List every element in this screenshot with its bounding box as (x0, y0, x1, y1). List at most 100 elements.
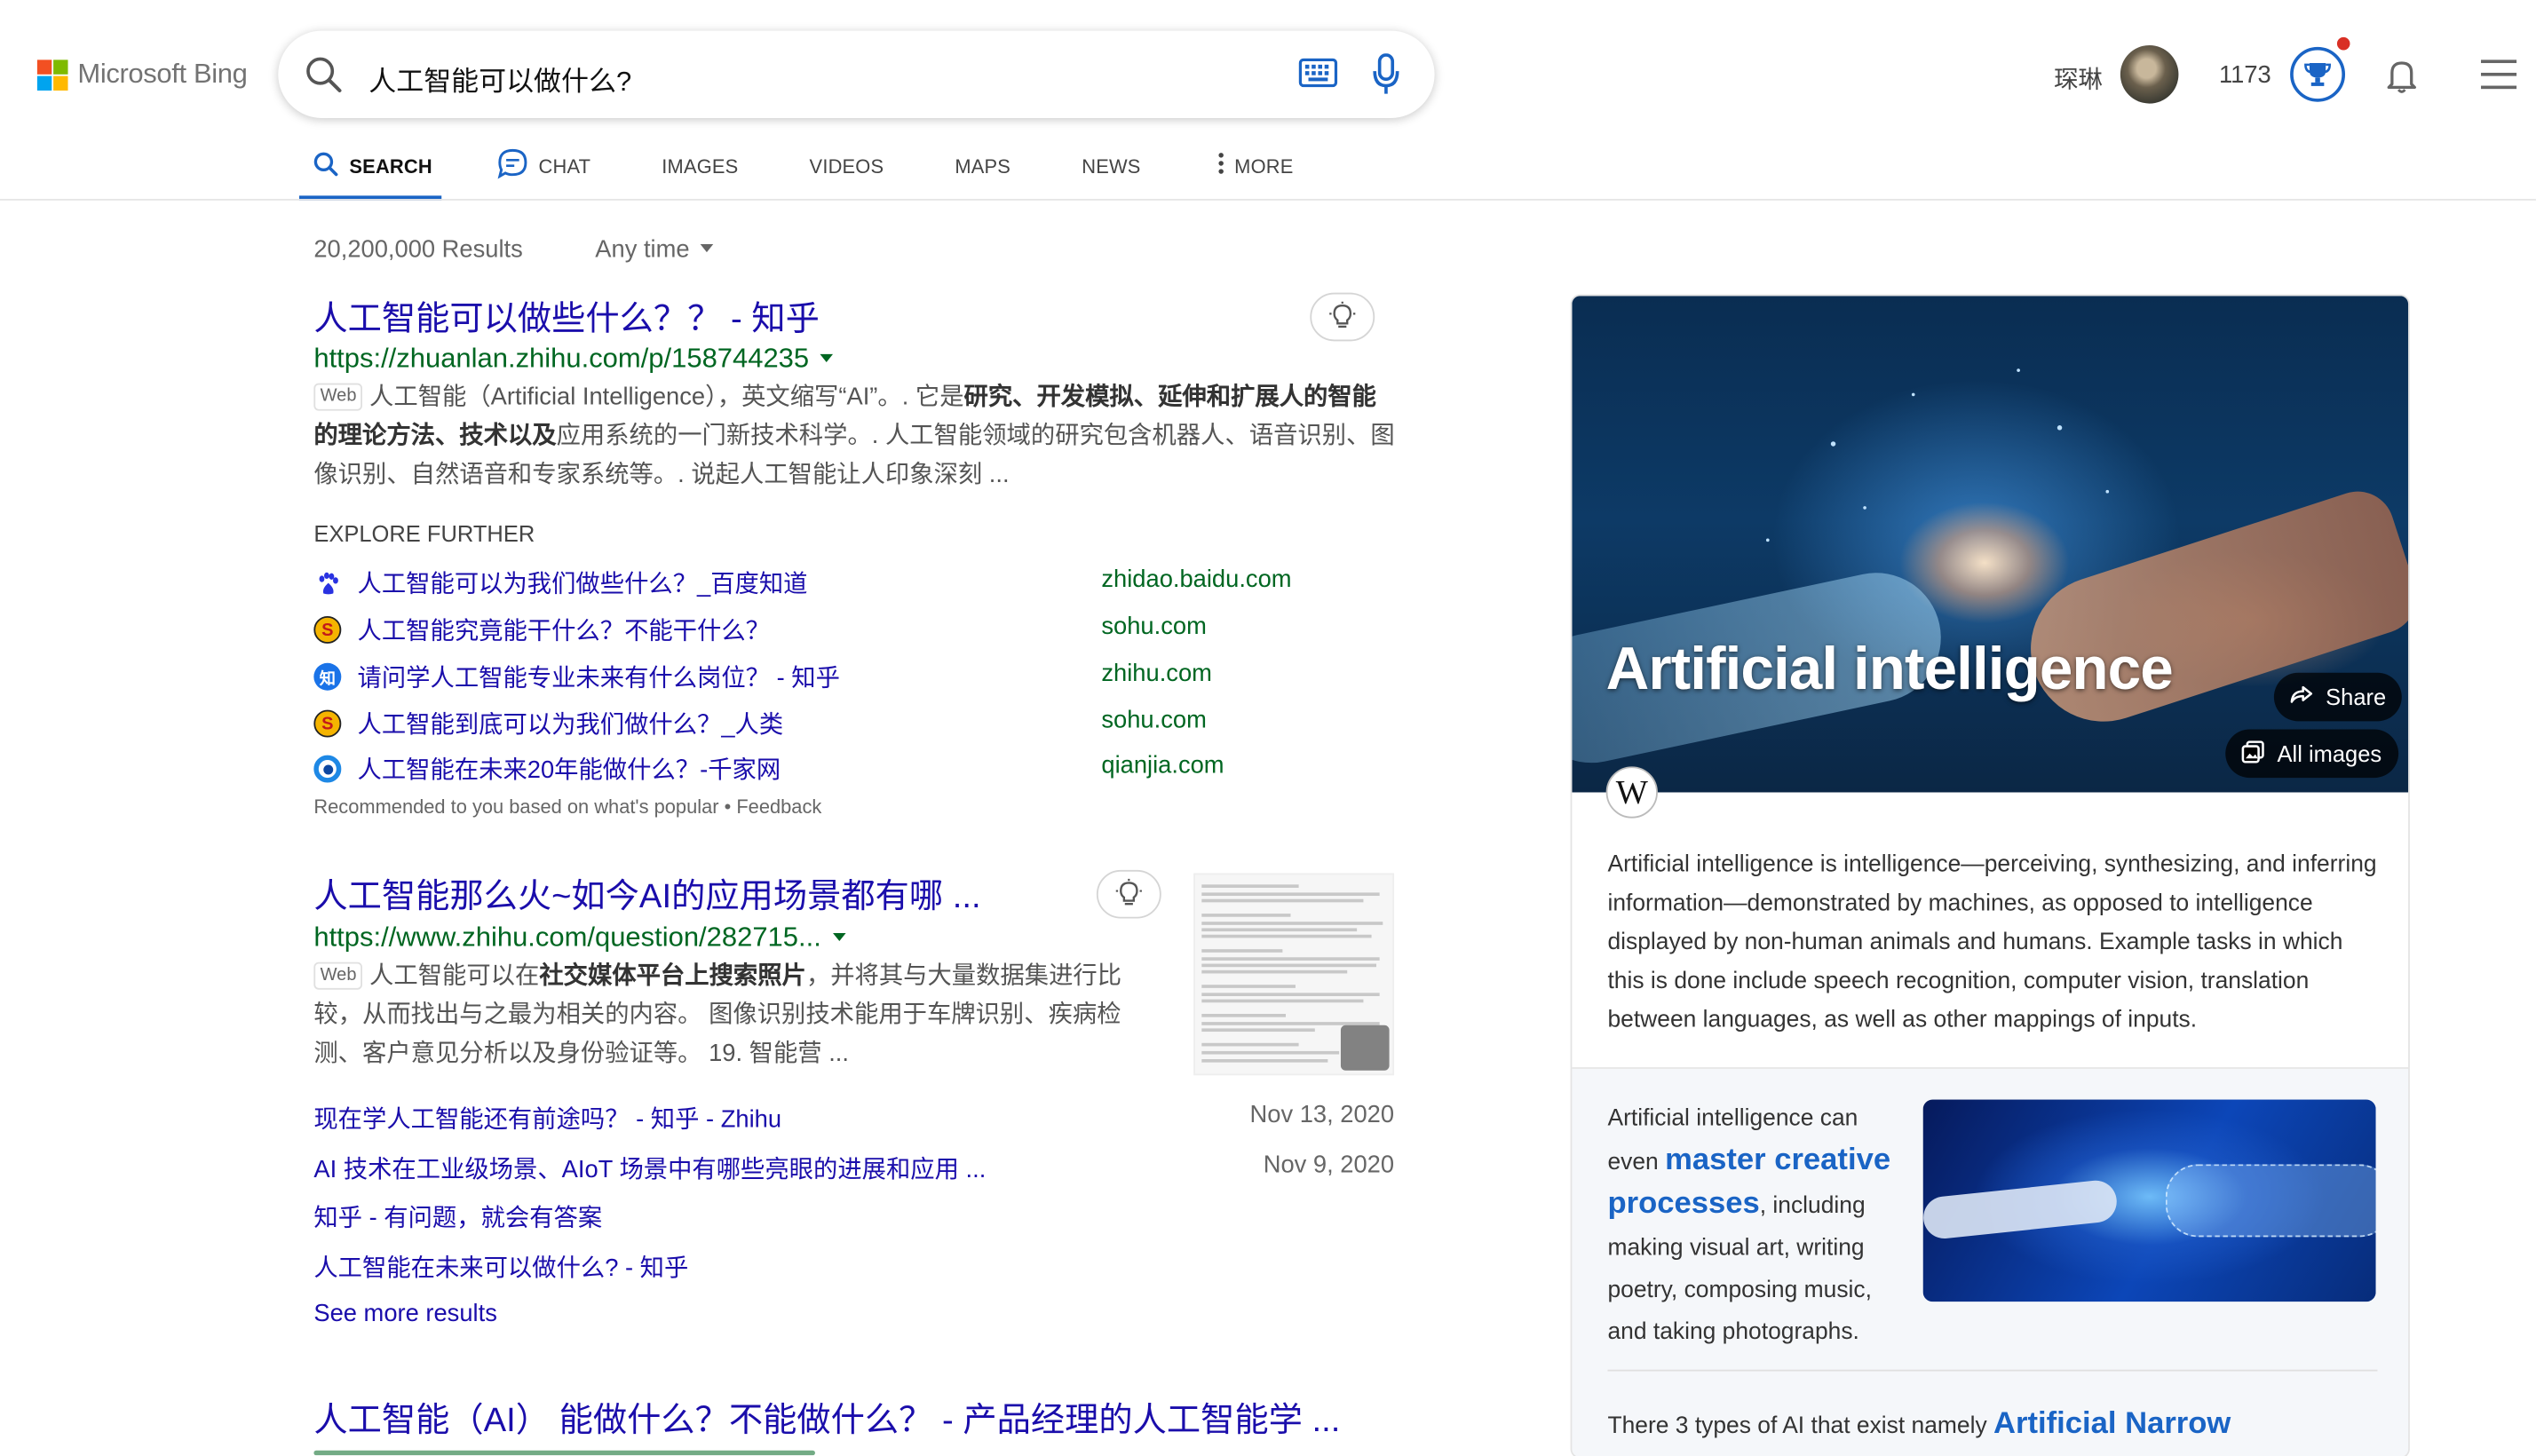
explore-domain: zhidao.baidu.com (1101, 566, 1292, 594)
sub-link-date: Nov 9, 2020 (1263, 1151, 1395, 1179)
tab-more[interactable]: MORE (1218, 132, 1294, 199)
types-text: There 3 types of AI that exist namely Ar… (1607, 1404, 2377, 1447)
web-tag: Web (313, 383, 363, 411)
fact-image[interactable] (1922, 1099, 2376, 1302)
tab-label: IMAGES (662, 154, 739, 178)
list-item[interactable]: S 人工智能到底可以为我们做什么？_人类 sohu.com (313, 707, 1300, 742)
explore-link[interactable]: 人工智能究竟能干什么？不能干什么？ (358, 613, 770, 646)
explore-link[interactable]: 人工智能在未来20年能做什么？-千家网 (358, 752, 781, 786)
result-snippet: Web 人工智能可以在社交媒体平台上搜索照片，并将其与大量数据集进行比较，从而找出… (313, 957, 1154, 1073)
hamburger-menu-icon[interactable] (2481, 59, 2517, 99)
lightbulb-icon[interactable] (1310, 292, 1375, 342)
search-input[interactable]: 人工智能可以做什么? (369, 59, 631, 99)
list-item[interactable]: 人工智能在未来20年能做什么？-千家网 qianjia.com (313, 752, 1300, 787)
sohu-icon: S (313, 615, 342, 644)
human-hand-graphic (1922, 1178, 2120, 1241)
web-tag: Web (313, 961, 363, 990)
list-item[interactable]: 人工智能可以为我们做些什么？_百度知道 zhidao.baidu.com (313, 566, 1300, 601)
knowledge-panel: Artificial intelligence Share All images… (1570, 294, 2410, 1456)
all-images-label: All images (2277, 740, 2382, 767)
rewards-trophy-icon[interactable] (2290, 46, 2346, 102)
share-label: Share (2326, 684, 2387, 710)
share-button[interactable]: Share (2273, 672, 2403, 722)
tab-label: VIDEOS (809, 154, 884, 178)
result-url[interactable] (313, 1444, 815, 1456)
snippet-bold: 社交媒体平台上搜索照片 (539, 961, 806, 990)
header-divider (0, 199, 2536, 201)
explore-link[interactable]: 请问学人工智能专业未来有什么岗位？ - 知乎 (358, 660, 840, 693)
sub-link-date: Nov 13, 2020 (1249, 1101, 1395, 1129)
microsoft-logo-icon (36, 59, 68, 91)
entity-description: Artificial intelligence is intelligence—… (1607, 851, 2377, 1033)
result-title[interactable]: 人工智能（AI） 能做什么？不能做什么？ - 产品经理的人工智能学 ... (313, 1394, 1340, 1443)
tab-label: MORE (1234, 154, 1294, 178)
more-vertical-icon (1218, 152, 1224, 179)
result-url[interactable]: https://zhuanlan.zhihu.com/p/158744235 (313, 343, 834, 375)
zhihu-icon: 知 (313, 662, 342, 691)
search-icon[interactable] (304, 55, 343, 102)
tab-news[interactable]: NEWS (1082, 132, 1140, 199)
sub-link[interactable]: 现在学人工智能还有前途吗？ - 知乎 - Zhihu (313, 1101, 781, 1135)
result-title[interactable]: 人工智能可以做些什么？？ - 知乎 (313, 293, 820, 342)
explore-domain: sohu.com (1101, 706, 1207, 734)
copy-icon[interactable] (1340, 1025, 1390, 1071)
result-url-text: https://zhuanlan.zhihu.com/p/158744235 (313, 343, 810, 374)
baidu-icon (313, 569, 341, 597)
result-title[interactable]: 人工智能那么火~如今AI的应用场景都有哪 ... (313, 870, 980, 919)
results-count: 20,200,000 Results (313, 235, 523, 264)
see-more-results-link[interactable]: See more results (313, 1300, 497, 1327)
notification-dot (2336, 36, 2350, 51)
bing-logo[interactable]: Microsoft Bing (36, 59, 248, 91)
divider (1607, 1369, 2378, 1372)
tab-chat[interactable]: CHAT (496, 132, 590, 199)
wikipedia-icon[interactable]: W (1605, 766, 1658, 819)
share-icon (2290, 684, 2313, 709)
types-highlight-link[interactable]: Artificial Narrow (1993, 1407, 2231, 1441)
tab-label: CHAT (538, 154, 591, 178)
images-icon (2241, 740, 2264, 767)
entity-title: Artificial intelligence (1605, 635, 2174, 702)
avatar[interactable] (2120, 44, 2179, 104)
sub-link[interactable]: 人工智能在未来可以做什么? - 知乎 (313, 1250, 688, 1284)
chat-icon (496, 147, 528, 185)
explore-domain: zhihu.com (1101, 660, 1212, 688)
microphone-icon[interactable] (1372, 53, 1401, 103)
explore-domain: sohu.com (1101, 613, 1207, 641)
snippet-text: 人工智能可以在 (369, 961, 540, 990)
result-thumbnail[interactable] (1193, 873, 1395, 1076)
search-tabs: SEARCH CHAT IMAGES VIDEOS MAPS NEWS MORE (298, 132, 1294, 201)
qianjia-icon (313, 755, 342, 783)
sub-link[interactable]: AI 技术在工业级场景、AIoT 场景中有哪些亮眼的进展和应用 ... (313, 1151, 986, 1185)
bell-icon[interactable] (2386, 59, 2418, 102)
lightbulb-icon[interactable] (1096, 869, 1161, 919)
all-images-button[interactable]: All images (2225, 729, 2398, 779)
rewards-points[interactable]: 1173 (2219, 61, 2271, 89)
explore-link[interactable]: 人工智能到底可以为我们做什么？_人类 (358, 707, 784, 740)
tab-label: SEARCH (349, 154, 432, 178)
time-filter-dropdown[interactable]: Any time (595, 236, 714, 264)
tab-videos[interactable]: VIDEOS (810, 132, 884, 199)
snippet-text: 人工智能（Artificial Intelligence），英文缩写“AI”。.… (369, 383, 964, 411)
explore-further-heading: EXPLORE FURTHER (313, 520, 535, 547)
tab-search[interactable]: SEARCH (298, 132, 442, 201)
result-url-text: https://www.zhihu.com/question/282715... (313, 922, 821, 953)
wikipedia-glyph: W (1615, 772, 1648, 811)
tab-label: NEWS (1082, 154, 1141, 178)
page: Microsoft Bing 人工智能可以做什么? 琛琳 1173 SEARCH (0, 0, 2536, 1456)
list-item[interactable]: S 人工智能究竟能干什么？不能干什么？ sohu.com (313, 613, 1300, 648)
list-item[interactable]: 知 请问学人工智能专业未来有什么岗位？ - 知乎 zhihu.com (313, 660, 1300, 695)
explore-link[interactable]: 人工智能可以为我们做些什么？_百度知道 (358, 566, 808, 599)
hero-image[interactable]: Artificial intelligence Share All images (1572, 296, 2409, 793)
chevron-down-icon[interactable] (820, 353, 834, 362)
search-box[interactable]: 人工智能可以做什么? (278, 30, 1435, 118)
tab-maps[interactable]: MAPS (955, 132, 1010, 199)
fact-text: Artificial intelligence can even master … (1607, 1098, 1898, 1354)
recommendation-note[interactable]: Recommended to you based on what's popul… (313, 795, 821, 818)
result-url[interactable]: https://www.zhihu.com/question/282715... (313, 922, 846, 954)
sub-link[interactable]: 知乎 - 有问题，就会有答案 (313, 1199, 602, 1233)
tab-label: MAPS (955, 154, 1011, 178)
keyboard-icon[interactable] (1298, 58, 1338, 96)
user-name[interactable]: 琛琳 (2054, 61, 2103, 95)
tab-images[interactable]: IMAGES (662, 132, 738, 199)
chevron-down-icon[interactable] (832, 932, 846, 942)
